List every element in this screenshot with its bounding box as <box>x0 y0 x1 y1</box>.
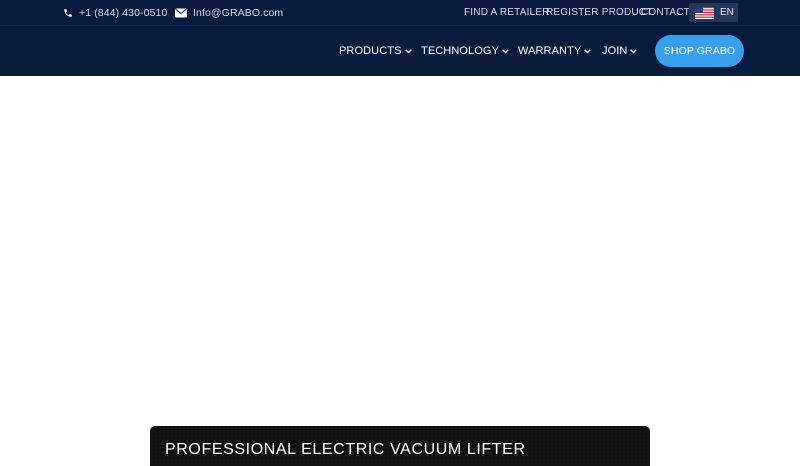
phone-icon <box>64 8 72 17</box>
nav-join[interactable]: JOIN <box>602 26 638 76</box>
top-utility-bar: +1 (844) 430-0510 Info@GRABO.com FIND A … <box>0 0 800 25</box>
chevron-down-icon <box>404 48 412 54</box>
main-navigation: PRODUCTS TECHNOLOGY WARRANTY JOIN SHOP G… <box>0 25 800 76</box>
email-contact[interactable]: Info@GRABO.com <box>175 0 283 25</box>
phone-number: +1 (844) 430-0510 <box>79 6 168 19</box>
chevron-down-icon <box>630 48 638 54</box>
mail-icon <box>175 8 187 17</box>
us-flag-icon <box>695 6 714 19</box>
find-retailer-link[interactable]: FIND A RETAILER <box>464 0 550 25</box>
language-selector[interactable]: EN <box>689 3 738 22</box>
hero-headline-panel: PROFESSIONAL ELECTRIC VACUUM LIFTER <box>150 426 650 466</box>
nav-products[interactable]: PRODUCTS <box>339 26 412 76</box>
nav-technology[interactable]: TECHNOLOGY <box>421 26 509 76</box>
email-address: Info@GRABO.com <box>193 6 284 19</box>
nav-warranty[interactable]: WARRANTY <box>518 26 592 76</box>
phone-contact[interactable]: +1 (844) 430-0510 <box>63 0 167 25</box>
register-product-link[interactable]: REGISTER PRODUCT <box>546 0 653 25</box>
nav-warranty-label: WARRANTY <box>518 45 582 57</box>
nav-products-label: PRODUCTS <box>339 45 402 57</box>
shop-grabo-button[interactable]: SHOP GRABO <box>655 35 744 67</box>
chevron-down-icon <box>584 48 592 54</box>
hero-headline: PROFESSIONAL ELECTRIC VACUUM LIFTER <box>165 441 526 458</box>
contact-link[interactable]: CONTACT <box>641 0 690 25</box>
nav-technology-label: TECHNOLOGY <box>421 45 500 57</box>
nav-join-label: JOIN <box>602 45 628 57</box>
chevron-down-icon <box>502 48 509 54</box>
language-code: EN <box>720 7 734 18</box>
hero-area <box>0 76 800 450</box>
